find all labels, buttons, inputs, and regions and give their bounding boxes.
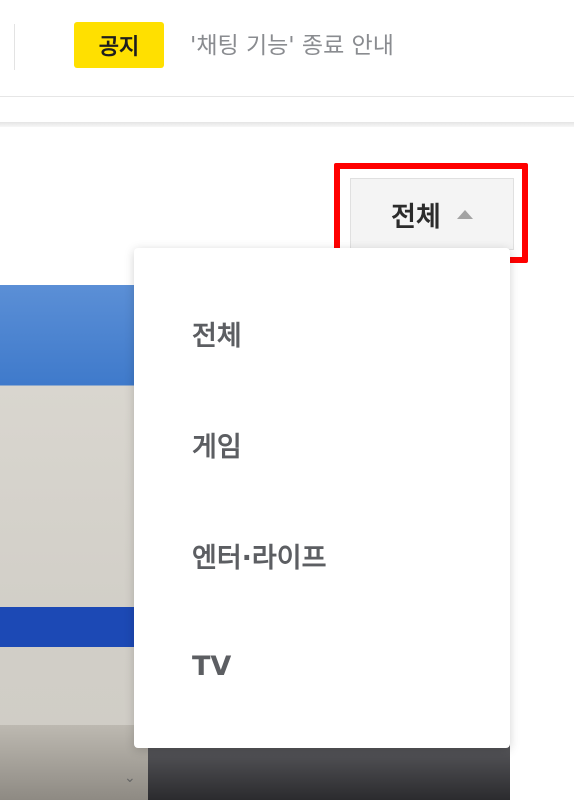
notice-bar: 공지 '채팅 기능' 종료 안내	[0, 0, 574, 97]
menu-item-tv[interactable]: TV	[134, 611, 510, 721]
menu-item-all[interactable]: 전체	[134, 278, 510, 388]
category-filter-dropdown[interactable]: 전체	[350, 178, 514, 250]
notice-badge: 공지	[74, 22, 164, 68]
thumbnail-caption-band	[0, 607, 148, 647]
menu-item-entertainment-life[interactable]: 엔터·라이프	[134, 500, 510, 610]
divider	[14, 24, 15, 70]
section-divider	[0, 122, 574, 127]
video-thumbnail-secondary[interactable]	[148, 740, 510, 800]
notice-link[interactable]: '채팅 기능' 종료 안내	[190, 28, 394, 64]
menu-item-game[interactable]: 게임	[134, 389, 510, 499]
caret-up-icon	[456, 209, 473, 219]
thumbnail-lower-area	[0, 725, 148, 800]
dropdown-selected-label: 전체	[391, 201, 441, 233]
chevron-down-icon: ⌄	[124, 770, 136, 786]
category-dropdown-menu: 전체 게임 엔터·라이프 TV	[134, 248, 510, 748]
video-thumbnail[interactable]	[0, 285, 148, 800]
